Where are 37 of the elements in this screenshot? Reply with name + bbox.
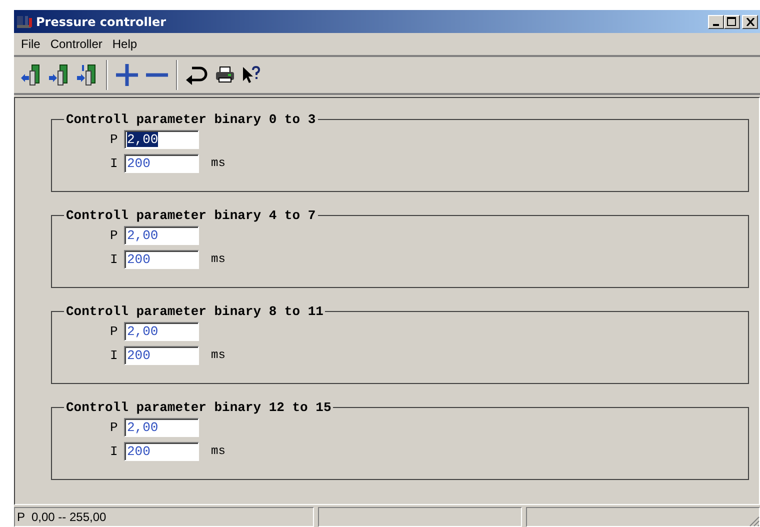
minimize-icon	[713, 24, 719, 26]
field-label: I	[110, 444, 119, 458]
field-label: P	[110, 228, 119, 242]
field-label: I	[110, 348, 119, 362]
unit-label: ms	[211, 156, 226, 170]
menu-item[interactable]: Controller	[45, 37, 108, 51]
window-title: Pressure controller	[36, 14, 166, 28]
maximize-button[interactable]	[724, 14, 740, 28]
input-field[interactable]: 2,00	[124, 226, 199, 244]
input-field[interactable]: 200	[124, 154, 199, 172]
resize-grip-icon[interactable]	[748, 515, 760, 527]
app-icon	[16, 14, 34, 30]
group-title: Controll parameter binary 0 to 3	[65, 112, 317, 127]
menu-item[interactable]: Help	[107, 37, 142, 51]
status-pane: P 0,00 -- 255,00	[14, 507, 314, 527]
minimize-button[interactable]	[708, 14, 724, 28]
unit-label: ms	[211, 444, 226, 458]
field-label: P	[110, 324, 119, 338]
menu-item[interactable]: File	[16, 37, 46, 51]
unit-label: ms	[211, 252, 226, 266]
close-icon	[746, 18, 754, 26]
field-label: I	[110, 156, 119, 170]
input-field[interactable]: 200	[124, 250, 199, 268]
input-field[interactable]: 2,00	[124, 322, 199, 340]
field-label: I	[110, 252, 119, 266]
field-label: P	[110, 420, 119, 434]
input-field[interactable]: 200	[124, 346, 199, 364]
group-title: Controll parameter binary 12 to 15	[65, 400, 332, 415]
maximize-icon	[727, 17, 737, 26]
group-title: Controll parameter binary 8 to 11	[65, 304, 324, 319]
input-field[interactable]: 2,00	[124, 130, 199, 148]
group-title: Controll parameter binary 4 to 7	[65, 208, 317, 223]
input-field[interactable]: 2,00	[124, 418, 199, 436]
field-label: P	[110, 132, 119, 146]
unit-label: ms	[211, 348, 226, 362]
input-field[interactable]: 200	[124, 442, 199, 460]
close-button[interactable]	[742, 14, 758, 28]
